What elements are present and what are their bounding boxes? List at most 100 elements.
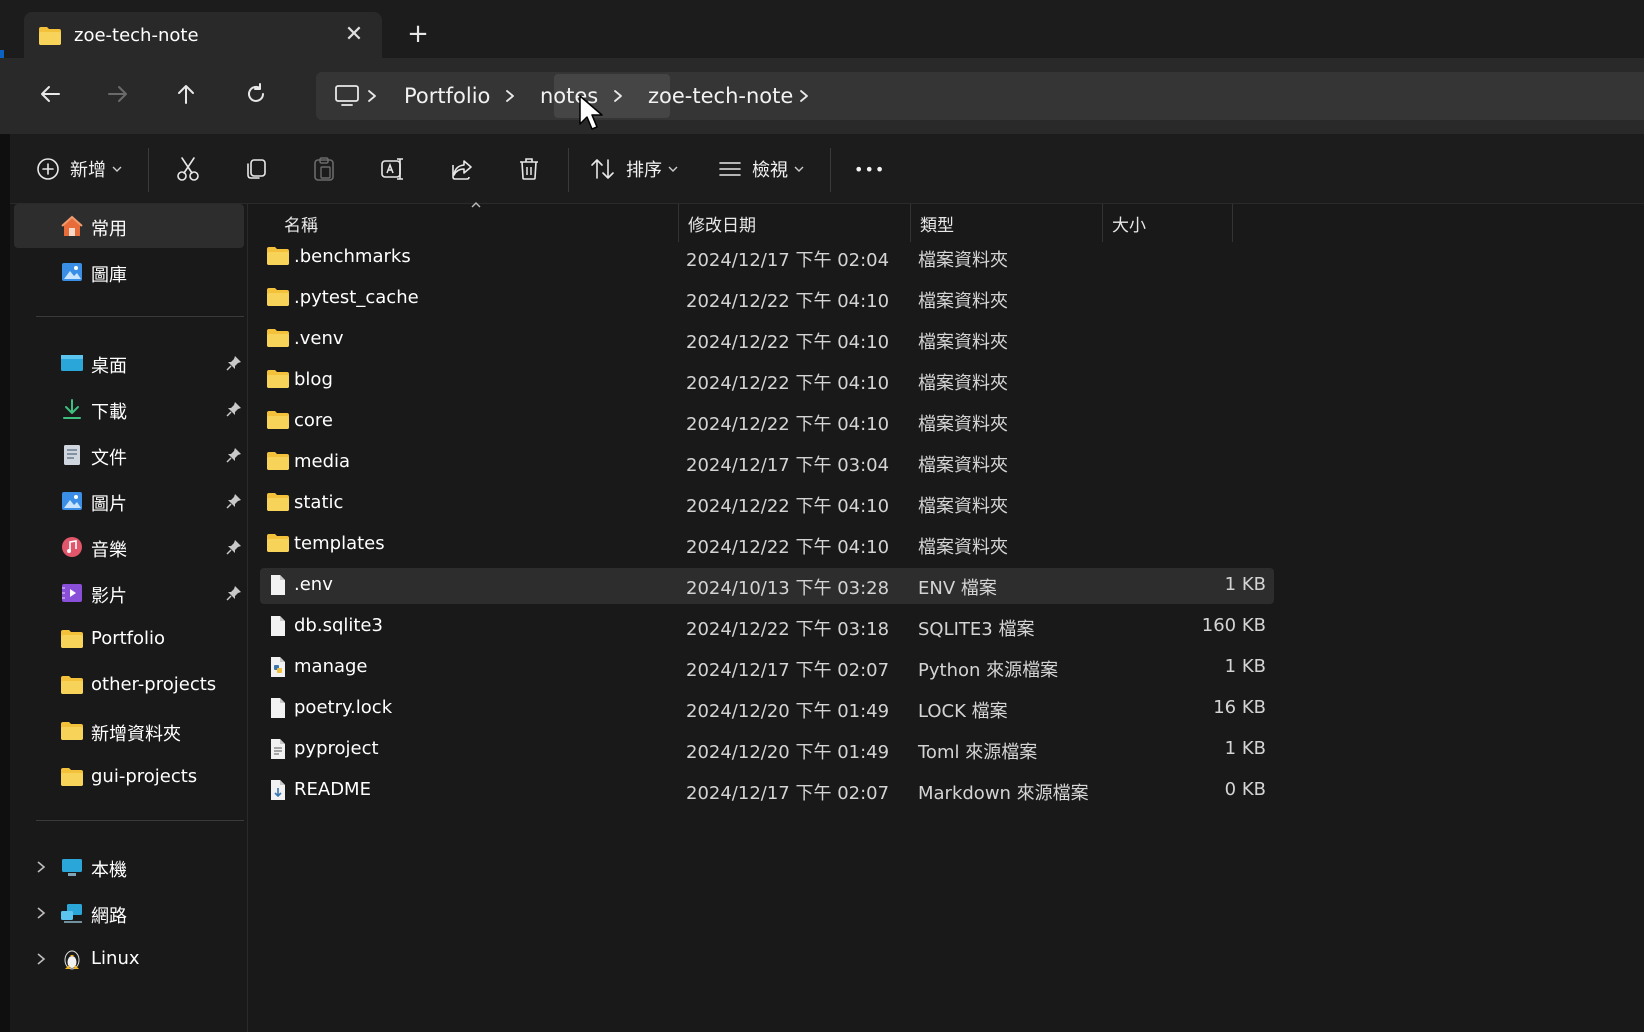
rename-button[interactable] xyxy=(380,150,406,188)
file-name: .venv xyxy=(294,328,344,349)
chevron-right-icon[interactable] xyxy=(34,859,48,875)
pin-icon[interactable] xyxy=(226,585,242,601)
column-divider[interactable] xyxy=(910,204,911,242)
chevron-right-icon[interactable] xyxy=(34,905,48,921)
paste-button[interactable] xyxy=(312,150,336,188)
chevron-right-icon[interactable] xyxy=(362,86,382,106)
breadcrumb-portfolio[interactable]: Portfolio xyxy=(404,82,490,110)
pin-icon[interactable] xyxy=(226,355,242,371)
chevron-right-icon[interactable] xyxy=(794,86,814,106)
file-name: .env xyxy=(294,574,333,595)
table-row[interactable]: static 2024/12/22 下午 04:10 檔案資料夾 xyxy=(260,486,1274,522)
sidebar-item-documents[interactable]: 文件 xyxy=(14,433,244,477)
refresh-button[interactable] xyxy=(236,74,276,114)
sidebar-item-gallery[interactable]: 圖庫 xyxy=(14,250,244,294)
back-button[interactable] xyxy=(30,74,70,114)
sidebar-item-label: 網路 xyxy=(91,906,127,927)
sidebar-item-portfolio[interactable]: Portfolio xyxy=(14,617,244,661)
sort-icon xyxy=(591,159,614,179)
column-header-modified[interactable]: 修改日期 xyxy=(688,204,756,242)
chevron-right-icon[interactable] xyxy=(34,951,48,967)
folder-icon xyxy=(267,452,289,470)
file-type: 檔案資料夾 xyxy=(918,496,1008,517)
sidebar-item-music[interactable]: 音樂 xyxy=(14,525,244,569)
table-row[interactable]: .benchmarks 2024/12/17 下午 02:04 檔案資料夾 xyxy=(260,240,1274,276)
toolbar-divider xyxy=(830,148,831,192)
column-header-type[interactable]: 類型 xyxy=(920,204,954,242)
file-name: poetry.lock xyxy=(294,697,393,718)
file-type: ENV 檔案 xyxy=(918,578,997,599)
view-button[interactable]: 檢視 xyxy=(718,150,804,188)
table-row[interactable]: .pytest_cache 2024/12/22 下午 04:10 檔案資料夾 xyxy=(260,281,1274,317)
table-row[interactable]: .env 2024/10/13 下午 03:28 ENV 檔案 1 KB xyxy=(260,568,1274,604)
address-bar[interactable]: Portfolio notes zoe-tech-note xyxy=(316,72,1644,130)
column-divider[interactable] xyxy=(1102,204,1103,242)
table-row[interactable]: db.sqlite3 2024/12/22 下午 03:18 SQLITE3 檔案 1… xyxy=(260,609,1274,645)
folder-icon xyxy=(267,493,289,511)
file-modified-date: 2024/12/17 下午 02:04 xyxy=(686,250,890,271)
table-row[interactable]: manage 2024/12/17 下午 02:07 Python 來源檔案 1 KB xyxy=(260,650,1274,686)
copy-button[interactable] xyxy=(244,150,268,188)
chevron-right-icon[interactable] xyxy=(500,86,520,106)
sidebar-item-label: 影片 xyxy=(91,586,127,607)
file-icon xyxy=(271,698,285,718)
tab-title: zoe-tech-note xyxy=(74,25,199,46)
more-options-button[interactable]: ••• xyxy=(854,150,885,188)
column-divider[interactable] xyxy=(1232,204,1233,242)
sort-button[interactable]: 排序 xyxy=(590,150,678,188)
sidebar-item-pictures[interactable]: 圖片 xyxy=(14,479,244,523)
column-header-size[interactable]: 大小 xyxy=(1112,204,1146,242)
share-button[interactable] xyxy=(450,150,474,188)
column-header-name[interactable]: 名稱 xyxy=(284,204,318,242)
table-row[interactable]: .venv 2024/12/22 下午 04:10 檔案資料夾 xyxy=(260,322,1274,358)
sidebar-item-new-folder[interactable]: 新增資料夾 xyxy=(14,709,244,753)
plus-circle-icon xyxy=(37,158,59,180)
up-button[interactable] xyxy=(166,74,206,114)
network-icon xyxy=(61,904,82,923)
share-icon xyxy=(452,160,472,180)
sidebar-item-gui-projects[interactable]: gui-projects xyxy=(14,755,244,799)
copy-icon xyxy=(247,159,266,179)
file-name: db.sqlite3 xyxy=(294,615,383,636)
table-row[interactable]: poetry.lock 2024/12/20 下午 01:49 LOCK 檔案 16 … xyxy=(260,691,1274,727)
sidebar-item-network[interactable]: 網路 xyxy=(14,891,244,935)
breadcrumb-zoe-tech-note[interactable]: zoe-tech-note xyxy=(648,82,793,110)
delete-button[interactable] xyxy=(518,150,540,188)
pin-icon[interactable] xyxy=(226,447,242,463)
rename-icon xyxy=(381,158,403,180)
new-button[interactable]: 新增 xyxy=(36,150,122,188)
sidebar-item-downloads[interactable]: 下載 xyxy=(14,387,244,431)
forward-button[interactable] xyxy=(98,74,138,114)
file-modified-date: 2024/12/20 下午 01:49 xyxy=(686,701,890,722)
column-divider[interactable] xyxy=(678,204,679,242)
chevron-down-icon xyxy=(112,166,122,172)
scissors-icon xyxy=(177,157,199,181)
close-tab-button[interactable]: ✕ xyxy=(340,20,368,48)
table-row[interactable]: templates 2024/12/22 下午 04:10 檔案資料夾 xyxy=(260,527,1274,563)
cut-button[interactable] xyxy=(176,150,200,188)
sidebar-item-label: 常用 xyxy=(91,219,127,240)
sidebar-item-home[interactable]: 常用 xyxy=(14,204,244,248)
sidebar-item-this-pc[interactable]: 本機 xyxy=(14,845,244,889)
tab-zoe-tech-note[interactable]: zoe-tech-note ✕ xyxy=(24,12,382,60)
file-name: static xyxy=(294,492,344,513)
new-tab-button[interactable]: + xyxy=(402,18,434,50)
chevron-right-icon[interactable] xyxy=(608,86,628,106)
table-row[interactable]: core 2024/12/22 下午 04:10 檔案資料夾 xyxy=(260,404,1274,440)
sidebar-item-other-projects[interactable]: other-projects xyxy=(14,663,244,707)
arrow-left-icon xyxy=(41,86,60,102)
sidebar-item-videos[interactable]: 影片 xyxy=(14,571,244,615)
sidebar-item-linux[interactable]: Linux xyxy=(14,937,244,981)
pin-icon[interactable] xyxy=(226,493,242,509)
pin-icon[interactable] xyxy=(226,539,242,555)
file-name: media xyxy=(294,451,351,472)
pin-icon[interactable] xyxy=(226,401,242,417)
sort-ascending-icon xyxy=(471,202,481,208)
table-row[interactable]: README 2024/12/17 下午 02:07 Markdown 來源檔案 0 … xyxy=(260,773,1274,809)
table-row[interactable]: pyproject 2024/12/20 下午 01:49 Toml 來源檔案 1 K… xyxy=(260,732,1274,768)
monitor-icon[interactable] xyxy=(334,84,360,108)
table-row[interactable]: blog 2024/12/22 下午 04:10 檔案資料夾 xyxy=(260,363,1274,399)
toolbar-divider xyxy=(568,148,569,192)
sidebar-item-desktop[interactable]: 桌面 xyxy=(14,341,244,385)
table-row[interactable]: media 2024/12/17 下午 03:04 檔案資料夾 xyxy=(260,445,1274,481)
